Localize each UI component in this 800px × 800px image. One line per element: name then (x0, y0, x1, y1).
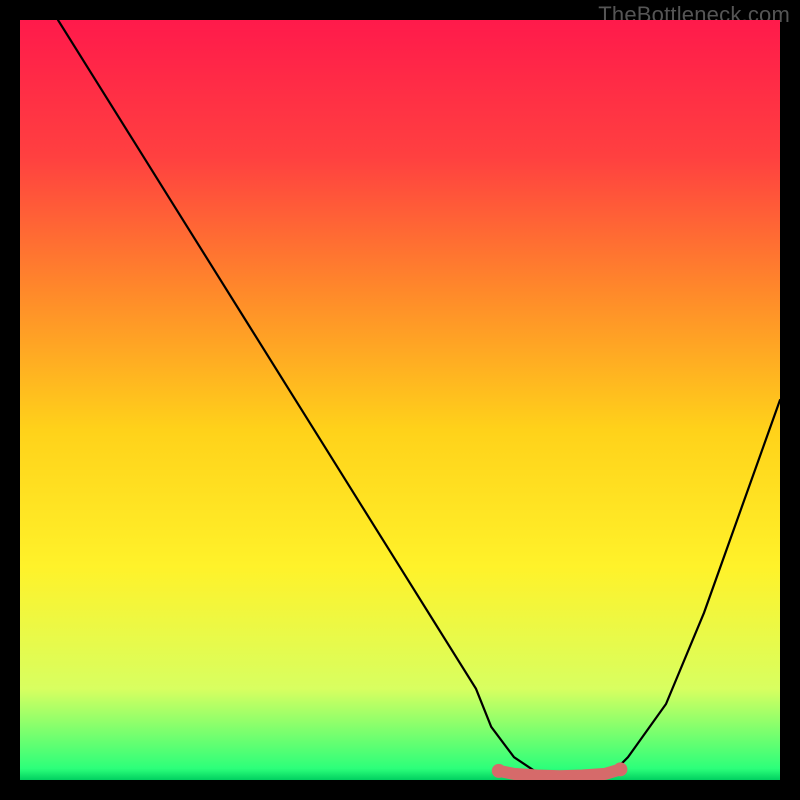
optimal-range-line (499, 769, 621, 776)
optimal-range-start-dot (492, 764, 506, 778)
bottleneck-chart (20, 20, 780, 780)
chart-frame: TheBottleneck.com (0, 0, 800, 800)
chart-background (20, 20, 780, 780)
optimal-range-end-dot (613, 762, 627, 776)
